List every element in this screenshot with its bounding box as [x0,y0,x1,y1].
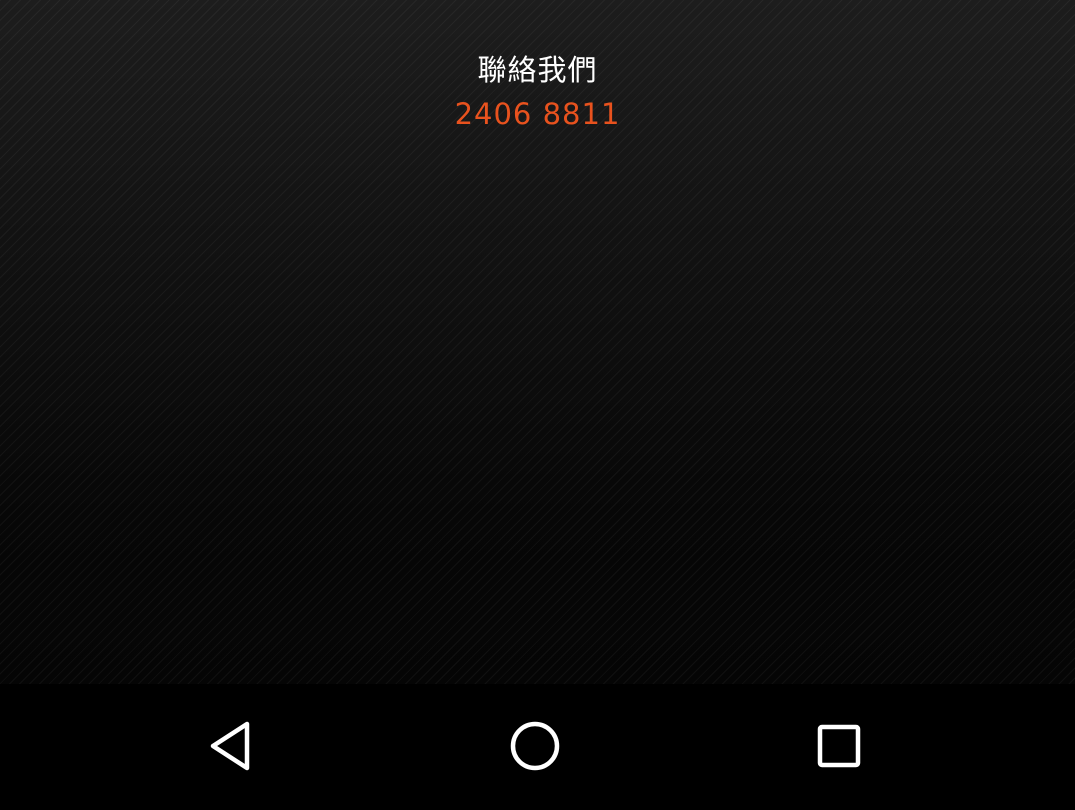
square-recents-icon [817,724,861,768]
contact-phone-link[interactable]: 2406 8811 [0,92,1075,136]
triangle-back-icon [210,721,250,771]
recents-button[interactable] [807,714,871,778]
app-content-area: 聯絡我們 2406 8811 [0,0,1075,684]
back-button[interactable] [200,714,264,778]
contact-section: 聯絡我們 2406 8811 [0,48,1075,136]
home-button[interactable] [503,714,567,778]
circle-home-icon [510,721,560,771]
system-navigation-bar [0,684,1075,810]
contact-title: 聯絡我們 [477,53,598,87]
